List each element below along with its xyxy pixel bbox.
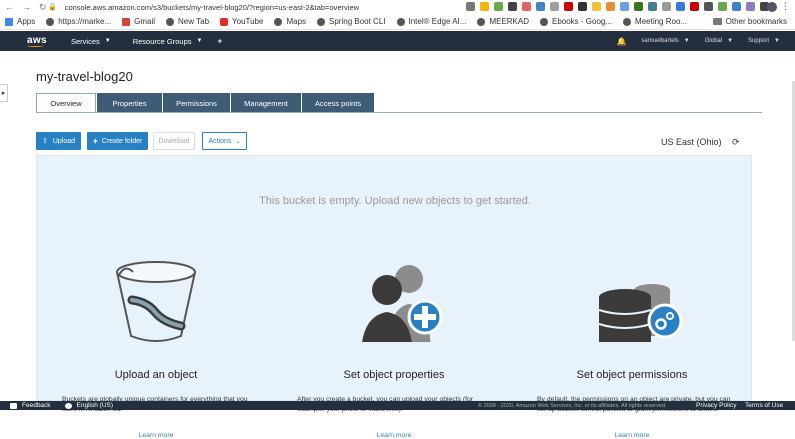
extension-icons [466, 2, 769, 11]
users-plus-icon [362, 265, 443, 342]
download-button[interactable]: Download [153, 132, 195, 150]
bookmark-meeting[interactable]: Meeting Roo... [623, 17, 687, 26]
support-menu[interactable]: Support ▼ [748, 38, 780, 44]
feedback-link[interactable]: Feedback [10, 402, 51, 409]
bookmark-1[interactable]: https://marke... [46, 17, 111, 26]
card-title: Set object permissions [576, 369, 688, 381]
forward-icon[interactable]: → [22, 2, 31, 13]
chevron-down-icon: ▼ [727, 38, 734, 44]
copyright: © 2008 - 2020, Amazon Web Services, Inc.… [478, 402, 667, 409]
learn-more-link[interactable]: Learn more [37, 432, 275, 439]
profile-avatar[interactable] [767, 2, 777, 12]
browser-nav: ← → ↻ [0, 2, 48, 13]
empty-bucket-panel: This bucket is empty. Upload new objects… [36, 155, 752, 439]
tab-properties[interactable]: Properties [97, 93, 162, 113]
reload-icon[interactable]: ↻ [39, 2, 47, 13]
bookmark-meerkad[interactable]: MEERKAD [477, 17, 529, 26]
bell-icon[interactable]: 🔔 [616, 37, 626, 46]
lock-icon: 🔒 [48, 4, 57, 11]
bookmark-springboot[interactable]: Spring Boot CLI [317, 17, 386, 26]
user-menu[interactable]: samuelbartels ▼ [641, 38, 689, 44]
chevron-down-icon: ▼ [196, 38, 203, 44]
create-folder-button[interactable]: + Create folder [87, 132, 148, 150]
chevron-down-icon: ▼ [774, 38, 780, 44]
bucket-tabs: Overview Properties Permissions Manageme… [36, 93, 375, 113]
bookmark-newtab[interactable]: New Tab [166, 17, 209, 26]
card-title: Set object properties [343, 369, 445, 381]
database-gear-icon [598, 284, 683, 342]
back-icon[interactable]: ← [5, 2, 14, 13]
terms-link[interactable]: Terms of Use [745, 402, 783, 409]
main-content: my-travel-blog20 Overview Properties Per… [8, 51, 795, 439]
pin-icon[interactable]: ✦ [216, 37, 223, 46]
bookmark-youtube[interactable]: YouTube [220, 17, 263, 26]
tab-divider [36, 112, 762, 113]
privacy-link[interactable]: Privacy Policy [696, 402, 736, 409]
services-menu[interactable]: Services ▼ [71, 37, 111, 46]
aws-top-nav: aws Services ▼ Resource Groups ▼ ✦ 🔔 samue… [0, 31, 795, 51]
browser-toolbar: ← → ↻ 🔒 console.aws.amazon.com/s3/bucket… [0, 0, 795, 14]
region-label: US East (Ohio) [661, 137, 722, 147]
resource-groups-menu[interactable]: Resource Groups ▼ [133, 37, 203, 46]
folder-icon [712, 18, 722, 25]
bookmark-ebooks[interactable]: Ebooks - Goog... [540, 17, 612, 26]
actions-button[interactable]: Actions ⌄ [202, 132, 247, 150]
chevron-down-icon: ⌄ [235, 138, 241, 145]
console-footer: Feedback English (US) © 2008 - 2020, Ama… [0, 401, 795, 410]
tab-overview[interactable]: Overview [36, 93, 96, 113]
sidebar-toggle[interactable]: ▸ [0, 84, 8, 102]
chevron-down-icon: ▼ [104, 38, 111, 44]
plus-icon: + [92, 136, 98, 146]
object-toolbar: ⇧ Upload + Create folder Download Actions ⌄ [36, 132, 247, 150]
bookmark-gmail[interactable]: Gmail [122, 17, 155, 26]
aws-logo[interactable]: aws [27, 35, 49, 47]
learn-more-link[interactable]: Learn more [275, 432, 513, 439]
card-title: Upload an object [114, 369, 198, 381]
refresh-icon[interactable]: ⟳ [732, 137, 740, 148]
learn-more-link[interactable]: Learn more [513, 432, 751, 439]
chevron-down-icon: ▼ [683, 38, 690, 44]
language-selector[interactable]: English (US) [64, 402, 113, 409]
bookmark-apps[interactable]: Apps [5, 17, 35, 26]
bookmark-maps[interactable]: Maps [274, 17, 306, 26]
upload-button[interactable]: ⇧ Upload [36, 132, 81, 150]
empty-message: This bucket is empty. Upload new objects… [259, 195, 531, 207]
feedback-icon [10, 402, 17, 409]
page-title: my-travel-blog20 [36, 69, 133, 84]
tab-management[interactable]: Management [231, 93, 301, 113]
bookmark-intel[interactable]: Intel® Edge AI... [396, 17, 466, 26]
bucket-icon [116, 261, 196, 342]
other-bookmarks[interactable]: Other bookmarks [712, 17, 787, 26]
tab-access-points[interactable]: Access points [302, 93, 374, 113]
globe-icon [64, 402, 72, 409]
tab-permissions[interactable]: Permissions [163, 93, 230, 113]
browser-menu-icon[interactable]: ⋮ [781, 1, 790, 12]
region-menu[interactable]: Global ▼ [705, 38, 733, 44]
upload-icon: ⇧ [41, 138, 48, 145]
bookmarks-bar: Apps https://marke... Gmail New Tab YouT… [0, 14, 795, 30]
address-bar[interactable]: console.aws.amazon.com/s3/buckets/my-tra… [65, 3, 359, 12]
